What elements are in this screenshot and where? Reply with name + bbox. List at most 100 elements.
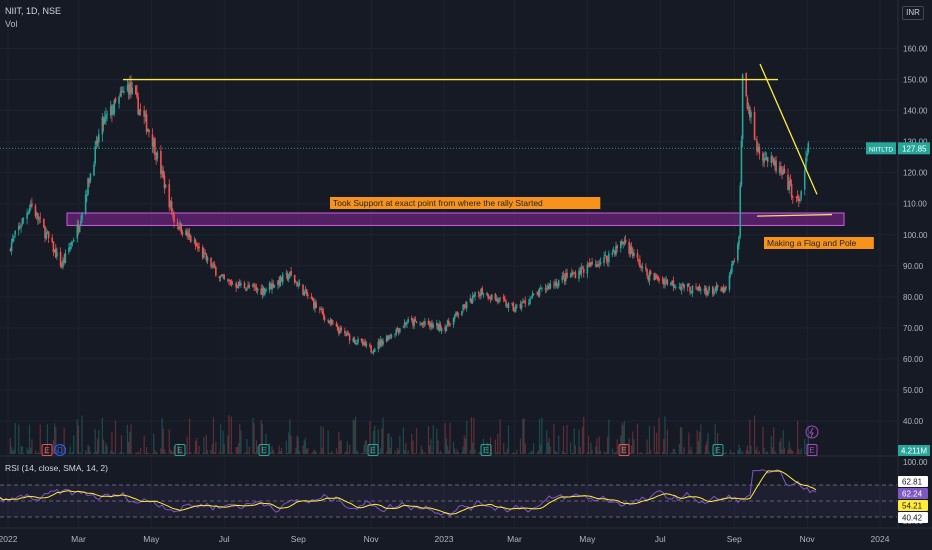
rsi-title[interactable]: RSI (14, close, SMA, 14, 2)	[5, 463, 108, 473]
chart-canvas[interactable]: Took Support at exact point from where t…	[0, 0, 932, 550]
candle-body	[399, 328, 401, 333]
volume-bar	[605, 452, 608, 454]
candle-body	[522, 301, 524, 304]
volume-bar	[599, 450, 602, 454]
volume-bar	[338, 431, 340, 454]
candle-body	[93, 164, 95, 176]
rsi-badge-label: 62.81	[902, 478, 923, 487]
candle-body	[775, 160, 777, 172]
volume-bar	[248, 446, 250, 454]
volume-bar	[603, 451, 605, 454]
volume-bar	[123, 452, 125, 454]
volume-bar	[339, 440, 341, 454]
volume-bar	[758, 451, 760, 454]
candle-body	[20, 225, 22, 228]
volume-bar	[757, 452, 759, 454]
price-tick-label: 80.00	[903, 293, 924, 302]
volume-bar	[553, 423, 555, 454]
earnings-marker[interactable]: E	[806, 444, 818, 456]
price-tick-label: 120.00	[903, 169, 928, 178]
volume-bar	[788, 441, 790, 454]
volume-bar	[521, 452, 523, 454]
candle-body	[11, 238, 14, 243]
candle-body	[586, 264, 589, 274]
candle-body	[315, 302, 317, 308]
volume-bar	[381, 428, 383, 454]
volume-bar	[388, 433, 390, 454]
volume-bar	[215, 441, 217, 454]
candle-body	[156, 152, 159, 159]
volume-bar	[405, 442, 407, 454]
earnings-marker[interactable]: E	[367, 444, 379, 456]
volume-bar	[253, 423, 255, 454]
candle-body	[145, 114, 148, 132]
candle-body	[28, 208, 31, 213]
earnings-marker[interactable]: E	[41, 444, 53, 456]
volume-bar	[544, 452, 547, 454]
volume-bar	[378, 452, 381, 454]
earnings-marker[interactable]: E	[258, 444, 270, 456]
time-tick-label: Jul	[219, 534, 230, 544]
volume-bar	[780, 438, 782, 454]
volume-bar	[73, 435, 75, 454]
candle-body	[198, 247, 200, 249]
candle-body	[305, 289, 308, 295]
candle-body	[582, 268, 585, 273]
volume-bar	[320, 425, 322, 454]
candle-body	[173, 214, 175, 223]
volume-bar	[353, 420, 356, 454]
volume-bar	[799, 452, 801, 454]
volume-label[interactable]: Vol	[5, 18, 61, 31]
earnings-marker[interactable]: E	[618, 444, 630, 456]
candle-body	[680, 286, 683, 291]
time-tick-label: 2024	[871, 534, 890, 544]
rsi-badge-label: 40.42	[902, 514, 923, 523]
candle-body	[390, 335, 393, 338]
volume-bar	[297, 437, 299, 454]
candle-body	[574, 272, 577, 278]
currency-button[interactable]: INR	[902, 6, 924, 20]
volume-bar	[229, 452, 231, 454]
volume-bar	[590, 442, 592, 454]
volume-bar	[319, 452, 321, 454]
volume-bar	[306, 448, 308, 454]
volume-bar	[498, 452, 500, 454]
candle-body	[357, 338, 359, 343]
volume-bar	[511, 452, 513, 454]
volume-bar	[228, 415, 230, 454]
candle-body	[311, 297, 314, 301]
volume-bar	[512, 452, 514, 454]
volume-bar	[402, 426, 404, 454]
volume-bar	[420, 445, 422, 454]
candle-body	[803, 170, 806, 190]
candle-body	[223, 274, 226, 280]
volume-bar	[688, 432, 690, 454]
volume-bar	[464, 438, 467, 454]
volume-bar	[128, 442, 130, 454]
candle-body	[123, 90, 125, 93]
candle-body	[298, 283, 301, 285]
symbol-title[interactable]: NIIT, 1D, NSE	[5, 5, 61, 18]
volume-bar	[202, 452, 204, 454]
marker-label: E	[715, 446, 720, 455]
volume-bar	[740, 452, 743, 454]
volume-bar	[646, 439, 648, 454]
volume-bar	[389, 448, 391, 454]
rsi-pane	[0, 469, 897, 518]
volume-bar	[632, 431, 634, 454]
volume-bar	[647, 452, 649, 454]
candle-body	[265, 289, 267, 291]
candle-body	[246, 288, 248, 291]
time-axis[interactable]: 2022 Mar May Jul Sep Nov 2023 Mar May Jul Sep Nov 20…	[0, 534, 890, 544]
volume-bar	[540, 444, 542, 454]
marker-label: E	[483, 446, 488, 455]
candle-body	[402, 326, 405, 328]
volume-bar	[656, 432, 658, 454]
volume-bar	[670, 452, 672, 454]
volume-bar	[120, 435, 123, 454]
earnings-marker[interactable]: E	[174, 444, 186, 456]
candle-body	[616, 245, 619, 248]
volume-bar	[591, 449, 593, 454]
volume-bar	[532, 443, 535, 454]
volume-bar	[88, 446, 90, 454]
